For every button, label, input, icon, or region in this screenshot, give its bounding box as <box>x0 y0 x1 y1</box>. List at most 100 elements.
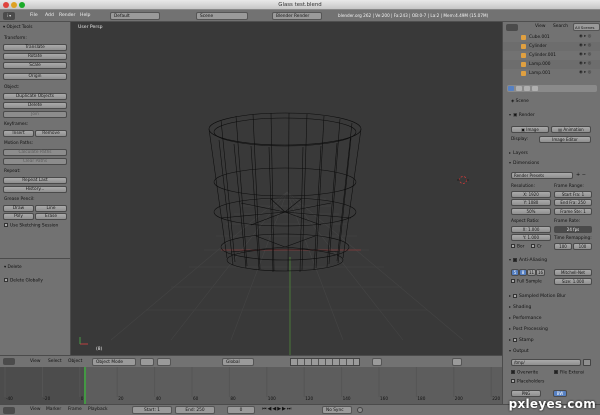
outliner-editor-icon[interactable] <box>506 24 518 31</box>
display-select[interactable]: Image Editor <box>539 136 591 143</box>
outliner-item[interactable]: Cylinder.001 ◉ ▸ ◎ <box>503 51 600 60</box>
menu-render[interactable]: Render <box>59 13 75 18</box>
playback-controls[interactable]: ⏮◀◀▶▶⏭ <box>262 406 292 412</box>
resolution-x-field[interactable]: X: 1920 <box>511 191 551 198</box>
mode-select[interactable]: Object Mode <box>92 358 136 366</box>
output-path-field[interactable]: /tmp/ <box>511 359 581 366</box>
view3d-editor-icon[interactable] <box>3 358 15 365</box>
draw-button[interactable]: Draw <box>3 205 34 212</box>
translate-button[interactable]: Translate <box>3 44 67 51</box>
aa-samples-16[interactable]: 16 <box>536 269 545 276</box>
timeline-editor-icon[interactable] <box>3 407 15 414</box>
outliner-item[interactable]: Cylinder ◉ ▸ ◎ <box>503 42 600 51</box>
visibility-icons[interactable]: ◉ ▸ ◎ <box>579 61 591 66</box>
color-mode-bw[interactable]: BW <box>553 390 567 397</box>
current-frame-field[interactable]: 0 <box>227 406 255 414</box>
crop-checkbox[interactable]: Cr <box>531 244 542 250</box>
visibility-icons[interactable]: ◉ ▸ ◎ <box>579 70 591 75</box>
remap-old-field[interactable]: 100 <box>554 243 572 250</box>
aspect-x-field[interactable]: X: 1.000 <box>511 226 551 233</box>
menu-view[interactable]: View <box>30 359 40 364</box>
world-tab-icon[interactable] <box>524 86 530 91</box>
aa-size-field[interactable]: Size: 1.000 <box>554 278 592 285</box>
menu-view[interactable]: View <box>30 407 40 412</box>
calculate-paths-button[interactable]: Calculate Paths <box>3 149 67 156</box>
start-frame-field[interactable]: Start: 1 <box>132 406 172 414</box>
folder-icon[interactable] <box>583 359 591 366</box>
outliner-item[interactable]: Lamp.001 ◉ ▸ ◎ <box>503 69 600 78</box>
rotate-button[interactable]: Rotate <box>3 53 67 60</box>
repeat-last-button[interactable]: Repeat Last <box>3 177 67 184</box>
clear-paths-button[interactable]: Clear Paths <box>3 158 67 165</box>
zoom-window-icon[interactable] <box>19 2 25 8</box>
origin-button[interactable]: Origin <box>3 73 67 80</box>
file-format-select[interactable]: PNG <box>511 390 541 397</box>
close-window-icon[interactable] <box>3 2 9 8</box>
aa-samples-5[interactable]: 5 <box>511 269 519 276</box>
render-animation-button[interactable]: ▤ Animation <box>551 126 591 133</box>
scale-button[interactable]: Scale <box>3 62 67 69</box>
layout-select[interactable]: Default <box>110 12 160 20</box>
layer-buttons[interactable] <box>290 358 360 366</box>
resolution-y-field[interactable]: Y: 1080 <box>511 199 551 206</box>
object-tab-icon[interactable] <box>532 86 538 91</box>
3d-viewport[interactable]: User Persp (8) <box>71 22 502 355</box>
scene-tab-icon[interactable] <box>516 86 522 91</box>
menu-add[interactable]: Add <box>45 13 54 18</box>
placeholders-checkbox[interactable]: Placeholders <box>511 379 544 385</box>
outliner-item[interactable]: Cube.001 ◉ ▸ ◎ <box>503 33 600 42</box>
overwrite-checkbox[interactable]: Overwrite <box>511 370 538 376</box>
insert-keyframe-button[interactable]: Insert <box>3 130 34 137</box>
minimize-window-icon[interactable] <box>11 2 17 8</box>
remove-keyframe-button[interactable]: Remove <box>35 130 67 137</box>
delete-globally-checkbox[interactable]: Delete Globally <box>4 278 43 284</box>
scene-select[interactable]: Scene <box>196 12 248 20</box>
outliner-item[interactable]: Lamp.000 ◉ ▸ ◎ <box>503 60 600 69</box>
render-presets-select[interactable]: Render Presets <box>511 172 573 179</box>
add-preset-icon[interactable]: + − <box>576 172 586 178</box>
outliner-menu-view[interactable]: View <box>535 24 545 29</box>
layers-panel-header[interactable]: ▸ Layers <box>509 150 595 156</box>
border-checkbox[interactable]: Bor <box>511 244 524 250</box>
stamp-panel-header[interactable]: ▸ Stamp <box>509 337 595 343</box>
remap-new-field[interactable]: 100 <box>573 243 592 250</box>
post-processing-panel-header[interactable]: ▸ Post Processing <box>509 326 595 332</box>
delete-button[interactable]: Delete <box>3 102 67 109</box>
shading-select-icon[interactable] <box>140 358 154 366</box>
render-preview-icon[interactable] <box>452 358 462 366</box>
poly-button[interactable]: Poly <box>3 213 34 220</box>
menu-select[interactable]: Select <box>48 359 62 364</box>
menu-help[interactable]: Help <box>80 13 90 18</box>
performance-panel-header[interactable]: ▸ Performance <box>509 315 595 321</box>
start-frame-field[interactable]: Start Fra: 1 <box>554 191 592 198</box>
visibility-icons[interactable]: ◉ ▸ ◎ <box>579 34 591 39</box>
duplicate-objects-button[interactable]: Duplicate Objects <box>3 93 67 100</box>
join-button[interactable]: Join <box>3 111 67 118</box>
render-tab-icon[interactable] <box>508 86 514 91</box>
resolution-percent-field[interactable]: 50% <box>511 208 551 215</box>
menu-frame[interactable]: Frame <box>68 407 82 412</box>
render-image-button[interactable]: ▣ Image <box>511 126 549 133</box>
editor-type-icon[interactable]: i ▾ <box>3 12 15 20</box>
menu-playback[interactable]: Playback <box>88 407 108 412</box>
use-sketching-checkbox[interactable]: Use Sketching Session <box>4 223 58 229</box>
file-extensions-checkbox[interactable]: File Extensi <box>554 370 584 376</box>
properties-context-tabs[interactable] <box>507 85 597 92</box>
menu-file[interactable]: File <box>30 13 38 18</box>
menu-marker[interactable]: Marker <box>46 407 61 412</box>
aa-samples-11[interactable]: 11 <box>527 269 536 276</box>
record-icon[interactable] <box>357 407 363 413</box>
aspect-y-field[interactable]: Y: 1.000 <box>511 234 551 241</box>
full-sample-checkbox[interactable]: Full Sample <box>511 279 542 285</box>
render-panel-header[interactable]: ▾ ▣ Render <box>509 112 595 118</box>
output-panel-header[interactable]: ▾ Output <box>509 348 595 354</box>
motion-blur-panel-header[interactable]: ▸ Sampled Motion Blur <box>509 293 595 299</box>
visibility-icons[interactable]: ◉ ▸ ◎ <box>579 52 591 57</box>
outliner-menu-search[interactable]: Search <box>553 24 568 29</box>
anti-aliasing-panel-header[interactable]: ▾ Anti-Aliasing <box>509 257 595 263</box>
frame-rate-select[interactable]: 24 fps <box>554 226 592 233</box>
aa-samples-8[interactable]: 8 <box>519 269 527 276</box>
pivot-select-icon[interactable] <box>157 358 171 366</box>
render-engine-select[interactable]: Blender Render <box>272 12 322 20</box>
history-button[interactable]: History... <box>3 186 67 193</box>
